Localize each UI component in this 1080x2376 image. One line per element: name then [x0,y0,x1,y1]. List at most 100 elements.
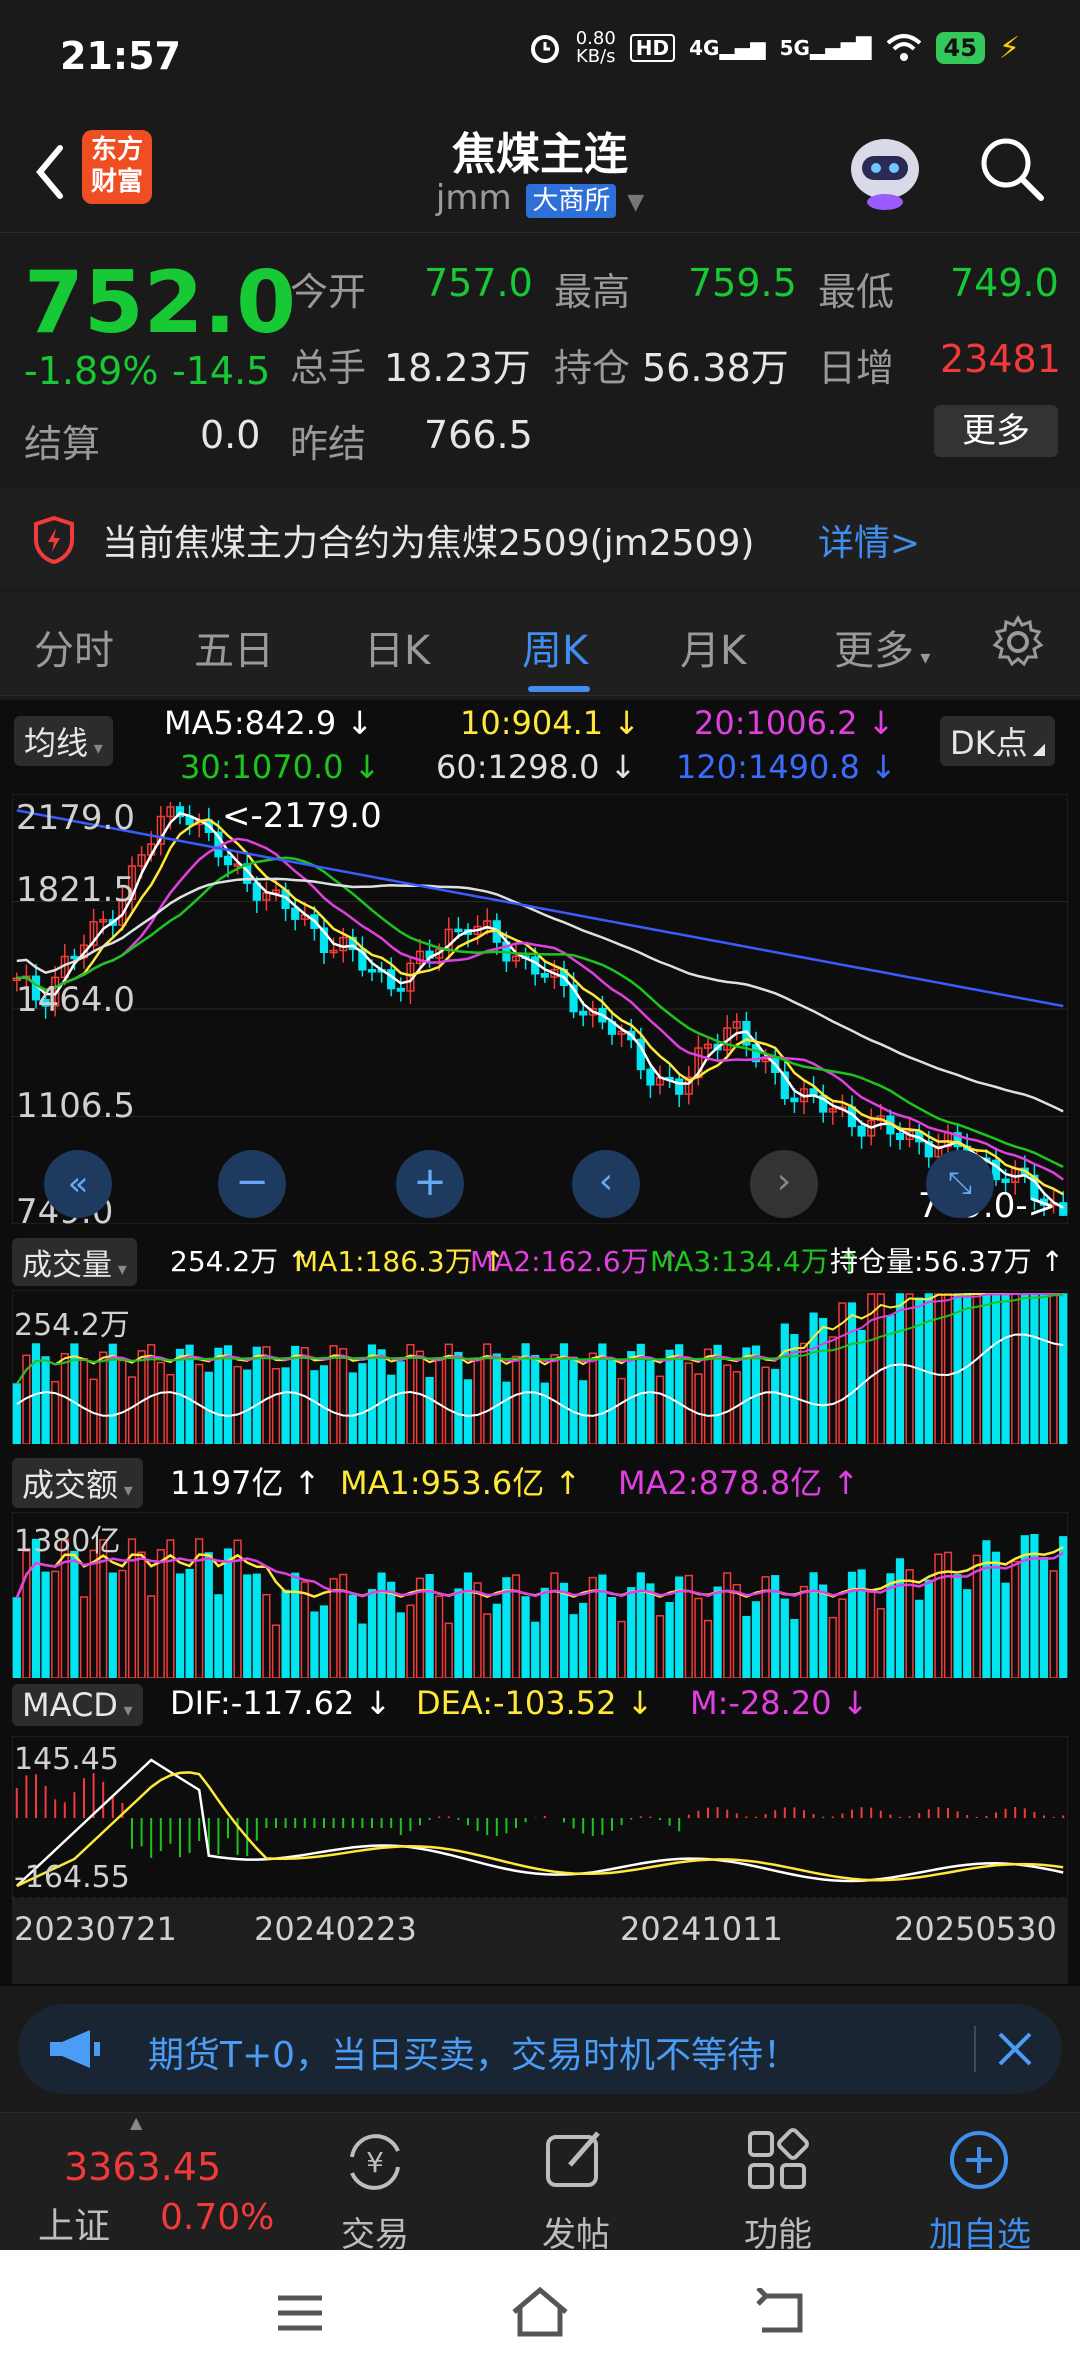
amount-bar [252,1573,261,1678]
amount-bar [819,1584,828,1678]
scroll-left-button[interactable]: ‹ [572,1150,640,1218]
jump-start-button[interactable]: « [44,1150,112,1218]
amount-bar [540,1587,549,1678]
y-tick-2: 1821.5 [16,870,135,910]
tab-five-day[interactable]: 五日 [194,618,274,676]
amount-bar [963,1589,972,1678]
shield-alert-icon [34,516,74,564]
ma60-legend: 60:1298.0 ↓ [436,748,637,786]
volume-bar [214,1347,223,1444]
volume-bar [502,1381,511,1444]
tab-intraday[interactable]: 分时 [34,618,114,676]
amount-bar [579,1602,588,1678]
open-interest-label: 持仓 [554,346,631,390]
robot-assistant-icon[interactable] [840,124,930,214]
amount-bar [780,1598,789,1678]
amount-bar [396,1612,405,1678]
amount-bar [175,1573,185,1678]
home-icon[interactable] [508,2284,572,2340]
volume-selector[interactable]: 成交量 ▾ [12,1238,137,1286]
gear-icon[interactable] [990,614,1046,670]
volume-bar [991,1293,1001,1444]
amount-bar [1059,1536,1068,1678]
volume-bar [1059,1293,1068,1444]
candlestick-panel[interactable] [12,794,1068,1224]
date-tick-2: 20240223 [254,1910,417,1948]
amount-tick: 1380亿 [14,1524,121,1559]
amount-bar [636,1572,645,1678]
main-contract-notice[interactable]: 当前焦煤主力合约为焦煤2509(jm2509) 详情> [0,488,1080,588]
volume-bar [915,1297,924,1444]
index-ticker[interactable]: ▲ 3363.45 上证 0.70% [0,2113,300,2251]
tab-monthly-k[interactable]: 月K [680,618,746,676]
change-amount: -14.5 [172,349,271,393]
volume-bar [223,1345,233,1444]
caret-up-icon: ▲ [130,2113,143,2132]
macd-selector[interactable]: MACD ▾ [12,1684,143,1726]
volume-bar [531,1355,540,1444]
volume-bar [367,1344,377,1444]
hd-icon: HD [629,34,676,62]
volume-selector-label: 成交量 [22,1248,112,1283]
grid-features-icon [748,2128,809,2189]
settle-value: 0.0 [200,413,261,457]
volume-bar [819,1317,828,1444]
volume-bar [713,1344,722,1444]
ma20-legend: 20:1006.2 ↓ [694,704,895,742]
back-nav-icon[interactable] [752,2288,808,2338]
volume-bar [982,1293,991,1444]
jump-end-button[interactable]: ⤡ [926,1150,994,1218]
tab-daily-k[interactable]: 日K [364,618,430,676]
amount-panel[interactable] [12,1512,1068,1678]
tab-weekly-k[interactable]: 周K [522,618,588,676]
volume-tick: 254.2万 [14,1308,130,1343]
promo-banner[interactable]: 期货T+0，当日买卖，交易时机不等待！ [18,2004,1062,2094]
volume-bar [348,1372,357,1444]
amount-bar [310,1611,319,1678]
search-icon[interactable] [975,132,1047,204]
candle [540,972,549,978]
macd-tick-top: 145.45 [14,1742,119,1777]
amount-bar [751,1601,761,1678]
low-value: 749.0 [950,261,1059,305]
charging-icon: ⚡ [998,30,1020,66]
scroll-right-button[interactable]: › [750,1150,818,1218]
more-button[interactable]: 更多 [934,405,1058,457]
menu-icon[interactable] [272,2290,328,2336]
volume-bar [291,1345,300,1444]
zoom-out-button[interactable]: − [218,1150,286,1218]
amount-bar [108,1572,117,1678]
volume-bar [281,1367,290,1444]
promo-divider [974,2026,976,2072]
amount-selector[interactable]: 成交额 ▾ [12,1458,143,1508]
volume-panel[interactable] [12,1290,1068,1444]
zoom-in-button[interactable]: + [396,1150,464,1218]
candle [367,969,377,973]
chevron-down-icon: ▼ [627,190,645,215]
close-icon[interactable] [994,2028,1036,2070]
high-marker: <-2179.0 [222,796,382,836]
amount-bar [531,1621,540,1678]
amount-bar [665,1602,674,1678]
high-value: 759.5 [688,261,797,305]
index-name: 上证 [38,2206,111,2247]
daily-increase-value: 23481 [940,337,1061,381]
tab-more[interactable]: 更多 ▾ [834,618,930,676]
macd-dif: DIF:-117.62 ↓ [170,1684,392,1722]
volume-bar [809,1312,818,1444]
candle [675,1078,684,1095]
prev-settle-value: 766.5 [424,413,533,457]
amount-bar [70,1550,79,1678]
amount-ma2: MA2:878.8亿 ↑ [618,1464,860,1502]
amount-bar [358,1623,367,1678]
macd-panel[interactable] [12,1736,1068,1900]
kline-chart[interactable]: 均线 ▾ MA5:842.9 ↓ 10:904.1 ↓ 20:1006.2 ↓ … [0,700,1080,1986]
ma-selector[interactable]: 均线 ▾ [14,716,113,766]
dk-point-button[interactable]: DK点 ◢ [940,716,1056,766]
volume-bar [607,1358,617,1444]
volume-bar [252,1346,261,1444]
notice-detail-link[interactable]: 详情> [818,514,920,566]
quote-panel: 752.0 -1.89% -14.5 结算 0.0 今开 757.0 最高 75… [0,232,1080,466]
caret-down-icon: ▾ [117,1700,133,1721]
bottom-nav: ▲ 3363.45 上证 0.70% ¥ 交易 发帖 功能 加自选 [0,2112,1080,2255]
